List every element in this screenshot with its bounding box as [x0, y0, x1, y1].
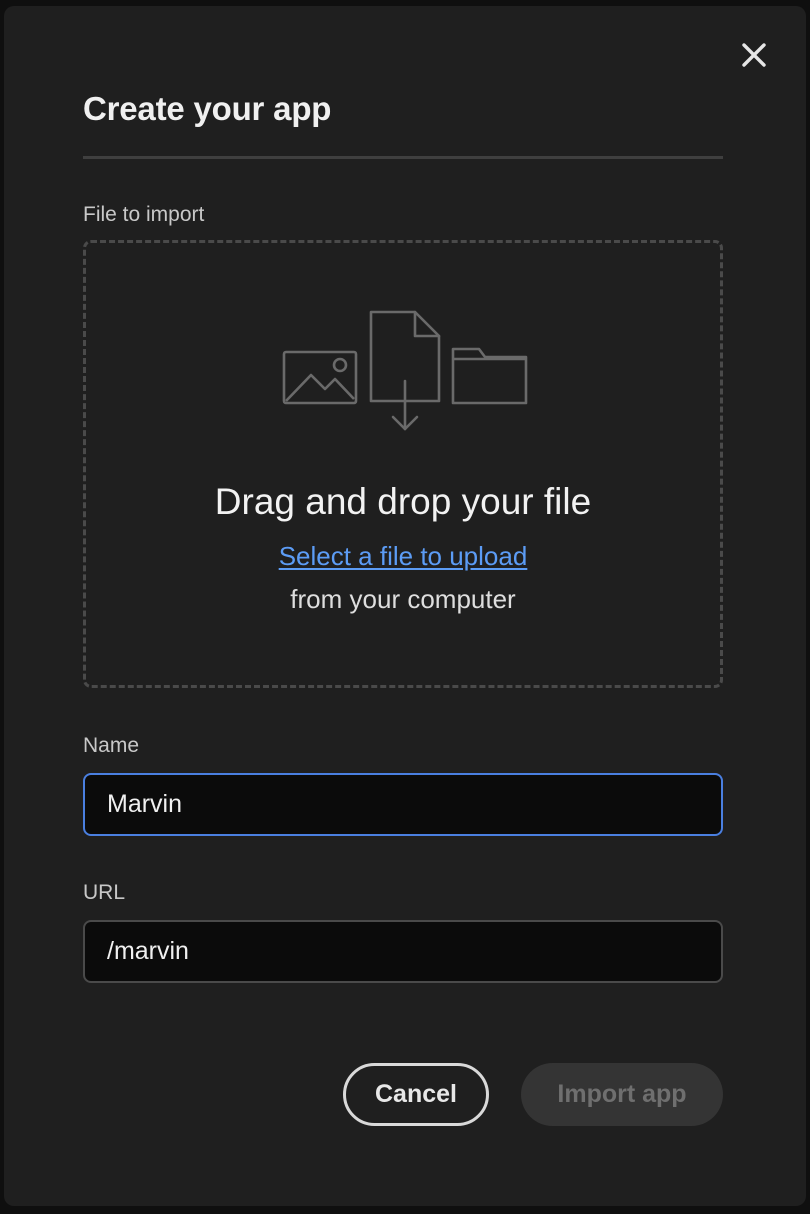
import-app-button[interactable]: Import app	[521, 1063, 723, 1126]
name-input[interactable]	[83, 773, 723, 836]
name-label: Name	[83, 734, 140, 757]
dialog-title: Create your app	[83, 90, 332, 127]
url-label: URL	[83, 881, 126, 904]
file-dropzone[interactable]: Drag and drop your file Select a file to…	[83, 240, 723, 688]
select-file-link[interactable]: Select a file to upload	[279, 541, 528, 571]
cancel-button-label: Cancel	[375, 1080, 457, 1108]
file-import-label: File to import	[83, 203, 205, 226]
cancel-button[interactable]: Cancel	[343, 1063, 489, 1126]
dropzone-heading: Drag and drop your file	[214, 481, 592, 522]
close-button[interactable]	[737, 38, 771, 72]
url-input[interactable]	[83, 920, 723, 983]
import-app-button-label: Import app	[557, 1080, 687, 1108]
title-divider	[83, 156, 723, 159]
dropzone-subtext: from your computer	[290, 584, 516, 614]
upload-illustration	[282, 310, 528, 431]
folder-icon	[451, 347, 528, 405]
close-icon	[742, 43, 766, 67]
create-app-dialog: Create your app File to import Drag and …	[4, 6, 806, 1206]
image-icon	[282, 350, 358, 405]
file-download-icon	[369, 310, 441, 431]
